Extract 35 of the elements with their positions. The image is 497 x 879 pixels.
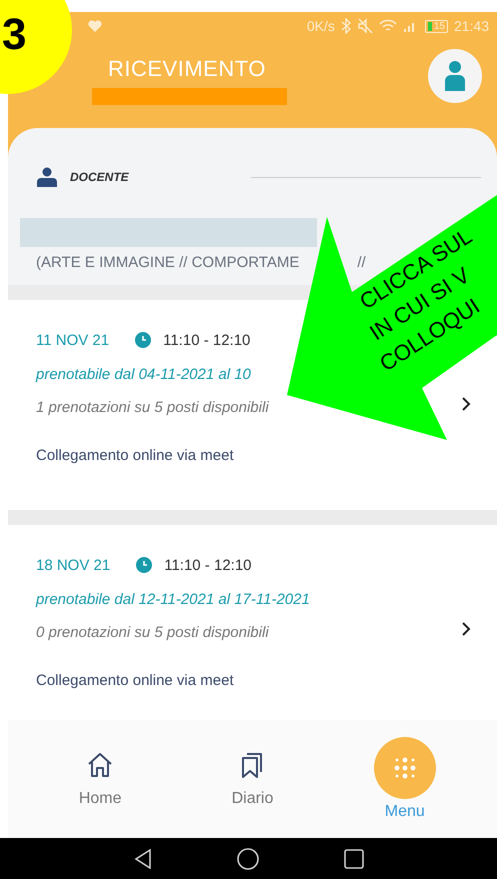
chevron-right-icon — [462, 622, 471, 636]
clock-time: 21:43 — [454, 18, 489, 34]
nav-tab[interactable]: Diario — [197, 750, 308, 808]
bluetooth-icon — [340, 18, 351, 34]
back-icon[interactable] — [134, 848, 152, 868]
chevron-right-icon — [462, 397, 471, 411]
step-number: 3 — [2, 10, 26, 60]
booking-window: prenotabile dal 12-11-2021 al 17-11-2021 — [36, 591, 310, 608]
subjects-text: (ARTE E IMMAGINE // COMPORTAME — [36, 254, 300, 271]
person-icon — [444, 60, 466, 92]
profile-button[interactable] — [428, 49, 482, 103]
slot-date: 11 NOV 21 — [36, 332, 110, 348]
clock-icon — [136, 557, 152, 573]
nav-tab[interactable]: Home — [45, 750, 156, 808]
wifi-icon — [378, 19, 397, 33]
slot-time: 11:10 - 12:10 — [163, 332, 250, 348]
appointment-slot[interactable]: 18 NOV 21 11:10 - 12:10 prenotabile dal 12-11-2021 al 17-11-2021 0 prenotazioni su 5 posti disponibili Collegamento online via meet — [8, 525, 497, 720]
nav-tab[interactable]: Menu — [350, 737, 460, 821]
person-icon — [36, 167, 58, 187]
booking-count: 0 prenotazioni su 5 posti disponibili — [36, 624, 269, 641]
booking-count: 1 prenotazioni su 5 posti disponibili — [36, 399, 269, 416]
slot-time: 11:10 - 12:10 — [164, 556, 252, 574]
meeting-mode: Collegamento online via meet — [36, 672, 234, 689]
booking-window: prenotabile dal 04-11-2021 al 10 — [36, 366, 251, 383]
network-speed: 0K/s — [306, 18, 335, 34]
slot-date: 18 NOV 21 — [36, 556, 110, 574]
clock-icon — [135, 332, 152, 348]
square-icon[interactable] — [344, 848, 364, 868]
battery-icon: 15 — [424, 20, 448, 32]
muted-speaker-icon — [356, 18, 373, 34]
home-circle-icon[interactable] — [236, 848, 258, 870]
heart-icon — [88, 20, 102, 32]
page-title: RICEVIMENTO — [108, 56, 267, 82]
teacher-label: DOCENTE — [70, 170, 129, 184]
meeting-mode: Collegamento online via meet — [36, 447, 234, 464]
